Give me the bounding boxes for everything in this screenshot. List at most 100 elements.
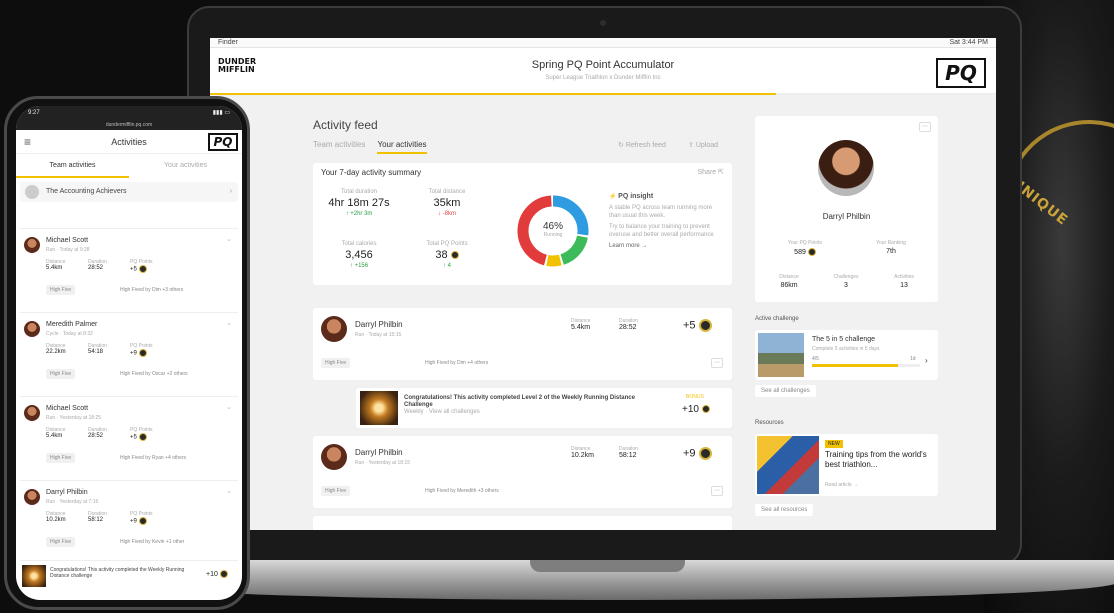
activity-card[interactable]: Darryl Philbin Run · Today at 10:15 Dist… (313, 308, 732, 380)
laptop-notch (530, 560, 685, 572)
high-five-summary[interactable]: High Fived by Oscar +2 others (120, 371, 188, 377)
pq-coin-icon (450, 251, 459, 260)
profile-menu-button[interactable]: ⋯ (919, 122, 931, 132)
insight-learn-more-link[interactable]: Learn more → (609, 242, 724, 250)
activity-points: +5 (683, 319, 712, 332)
profile-avatar[interactable] (818, 140, 874, 196)
chevron-down-icon[interactable]: ⌄ (226, 319, 232, 327)
activity-user-name[interactable]: Meredith Palmer (46, 321, 97, 328)
chevron-down-icon[interactable]: ⌄ (226, 487, 232, 495)
profile-stat-value-text: 589 (794, 248, 806, 256)
pq-coin-icon (807, 248, 816, 256)
avatar[interactable] (24, 405, 40, 421)
phone-url-bar[interactable]: dundermifflin.pq.com (16, 121, 242, 130)
phone-activity-card[interactable]: Meredith Palmer Cycle · Today at 8:32 Dist… (20, 312, 238, 388)
challenge-name: The 5 in 5 challenge (812, 336, 876, 343)
more-options-button[interactable]: ⋯ (711, 486, 723, 496)
team-selector[interactable]: The Accounting Achievers › (20, 182, 238, 202)
profile-stat: Distance 86km (761, 274, 817, 289)
activity-user-name[interactable]: Darryl Philbin (355, 448, 403, 457)
resource-card[interactable]: NEW Training tips from the world's best … (755, 434, 938, 496)
kv-value: 28:52 (619, 324, 637, 331)
chevron-right-icon[interactable]: › (925, 356, 928, 365)
tab-team-activities[interactable]: Team activities (16, 156, 129, 178)
profile-stat-label: Your Ranking (876, 240, 906, 246)
activity-card-partial[interactable] (313, 516, 732, 530)
activity-distance: Distance 10.2km (46, 511, 66, 523)
activity-distance: Distance 5.4km (46, 427, 65, 439)
kv-value: +5 (130, 433, 153, 441)
phone-activity-card[interactable]: Michael Scott Run · Yesterday at 18:25 Dis… (20, 396, 238, 472)
avatar[interactable] (24, 489, 40, 505)
activity-user-name[interactable]: Michael Scott (46, 237, 88, 244)
avatar[interactable] (321, 444, 347, 470)
season-progress-fill (210, 93, 776, 95)
challenge-progress-bar (812, 364, 920, 367)
high-five-summary[interactable]: High Fived by Meredith +3 others (425, 488, 499, 494)
challenge-image (758, 333, 804, 377)
high-five-summary[interactable]: High Fived by Kevin +1 other (120, 539, 184, 545)
profile-stat: Your PQ Points 589 (765, 240, 845, 256)
avatar[interactable] (24, 237, 40, 253)
activity-duration: Duration 28:52 (88, 259, 107, 271)
pq-logo[interactable]: PQ (208, 133, 238, 151)
chevron-down-icon[interactable]: ⌄ (226, 403, 232, 411)
kv-value: 10.2km (571, 452, 594, 459)
avatar[interactable] (24, 321, 40, 337)
activity-summary-card: Your 7-day activity summary Share ⇱ Tota… (313, 163, 732, 285)
upload-icon: ⇪ (688, 142, 696, 149)
points-value: +10 (682, 404, 699, 415)
share-button[interactable]: Share ⇱ (697, 168, 724, 176)
high-five-summary[interactable]: High Fived by Dim +3 others (120, 287, 183, 293)
see-all-resources-button[interactable]: See all resources (755, 504, 814, 516)
read-article-link[interactable]: Read article → (825, 482, 858, 488)
kv-value: 58:12 (88, 517, 104, 523)
more-options-button[interactable]: ⋯ (711, 358, 723, 368)
stat-label: Total duration (340, 189, 378, 195)
activity-user-name[interactable]: Darryl Philbin (46, 489, 88, 496)
high-five-summary[interactable]: High Fived by Dim +4 others (425, 360, 488, 366)
chevron-down-icon[interactable]: ⌄ (226, 235, 232, 243)
high-five-button[interactable]: High Five (321, 486, 351, 496)
see-all-challenges-button[interactable]: See all challenges (755, 385, 816, 397)
share-icon: ⇱ (718, 169, 724, 176)
kv-value: 22.2km (46, 349, 66, 355)
pq-coin-icon (138, 433, 147, 441)
high-five-button[interactable]: High Five (46, 285, 76, 295)
pq-coin-icon (698, 447, 712, 460)
activity-distance: Distance 5.4km (571, 318, 590, 331)
challenge-days-left: 1d (910, 356, 916, 362)
stat-value: 3,456 (345, 249, 373, 261)
high-five-button[interactable]: High Five (46, 453, 76, 463)
team-avatar (25, 185, 39, 199)
phone-congrats-card[interactable]: Congratulations! This activity completed… (20, 560, 238, 590)
view-challenges-link[interactable]: Weekly · View all challenges (404, 409, 480, 415)
tab-team-activities[interactable]: Team activities (313, 140, 365, 154)
tab-your-activities[interactable]: Your activities (129, 156, 242, 178)
pq-coin-icon (138, 517, 147, 525)
challenge-congrats-card[interactable]: Congratulations! This activity completed… (356, 388, 732, 428)
challenge-thumbnail (22, 565, 46, 587)
activity-points: PQ Points +9 (130, 343, 153, 357)
active-challenge-card[interactable]: The 5 in 5 challenge Complete 5 activiti… (755, 330, 938, 380)
high-five-summary[interactable]: High Fived by Ryan +4 others (120, 455, 186, 461)
high-five-button[interactable]: High Five (46, 369, 76, 379)
high-five-button[interactable]: High Five (321, 358, 351, 368)
kv-value: 5.4km (46, 433, 63, 439)
menubar-app[interactable]: Finder (218, 38, 238, 47)
profile-card: ⋯ Darryl Philbin Your PQ Points 589 Your … (755, 116, 938, 302)
avatar[interactable] (321, 316, 347, 342)
phone-activity-card[interactable]: Darryl Philbin Run · Yesterday at 7:15 Dis… (20, 480, 238, 556)
tab-your-activities[interactable]: Your activities (377, 140, 427, 154)
refresh-feed-button[interactable]: ↻ Refresh feed (618, 141, 666, 149)
activity-user-name[interactable]: Michael Scott (46, 405, 88, 412)
high-five-button[interactable]: High Five (46, 537, 76, 547)
resources-heading: Resources (755, 420, 784, 426)
activity-card[interactable]: Darryl Philbin Run · Yesterday at 18:15 … (313, 436, 732, 508)
activity-user-name[interactable]: Darryl Philbin (355, 320, 403, 329)
kv-value: 5.4km (46, 265, 63, 271)
kv-value: 28:52 (88, 433, 104, 439)
phone-activity-card[interactable]: Michael Scott Run · Today at 9:28 Distance… (20, 228, 238, 304)
upload-button[interactable]: ⇪ Upload (688, 141, 718, 149)
pq-logo[interactable]: PQ (936, 58, 986, 88)
